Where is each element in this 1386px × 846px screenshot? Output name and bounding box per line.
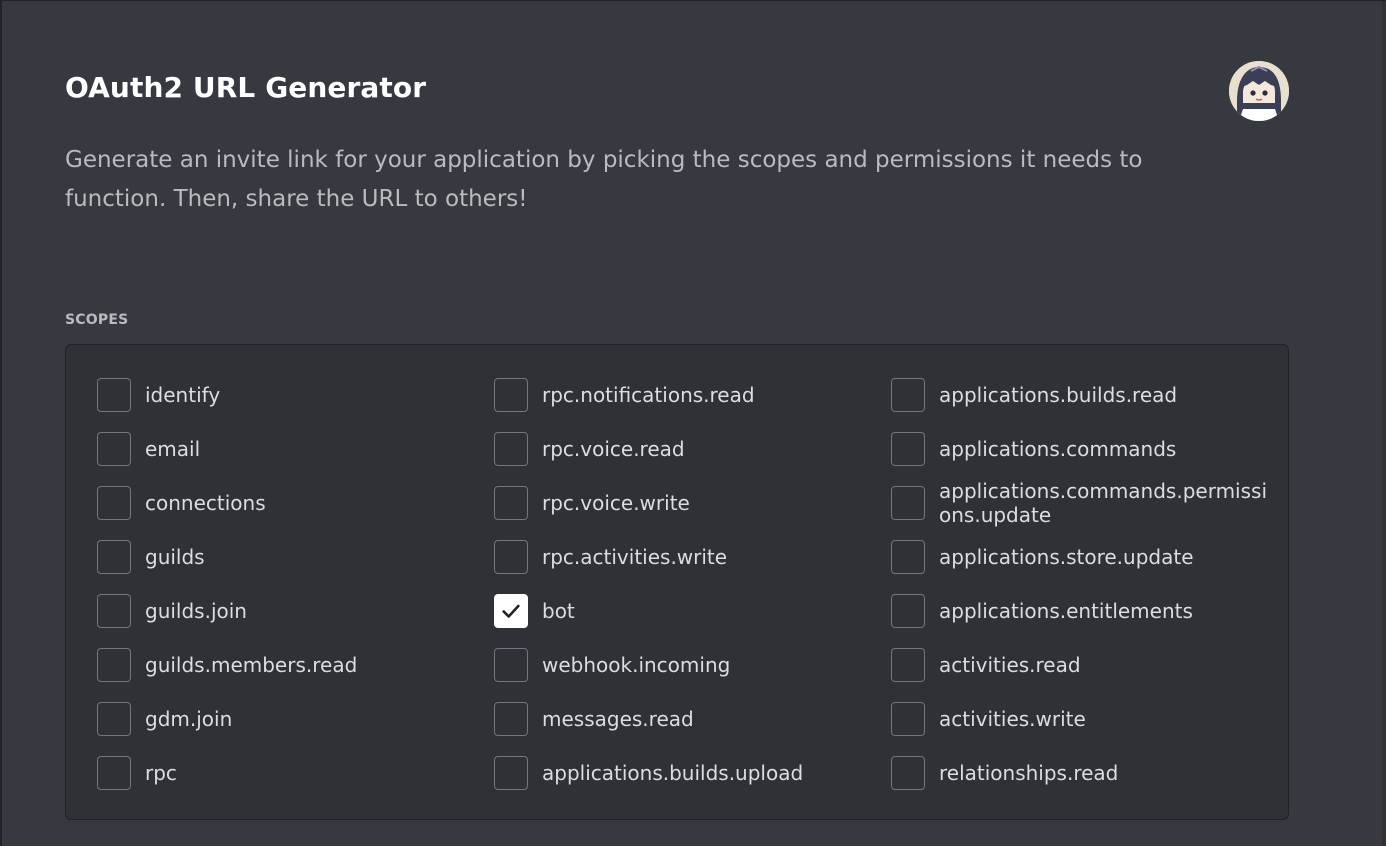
scope-label: guilds [145,545,205,569]
scope-checkbox[interactable] [494,702,528,736]
scope-checkbox[interactable] [891,756,925,790]
scope-checkbox[interactable] [97,594,131,628]
scope-label: relationships.read [939,761,1119,785]
avatar-icon [1229,61,1289,121]
scope-label: email [145,437,201,461]
scope-checkbox[interactable] [494,756,528,790]
scope-checkbox[interactable] [494,378,528,412]
scope-option[interactable]: guilds.members.read [97,638,494,692]
scope-label: connections [145,491,266,515]
scope-label: guilds.join [145,599,247,623]
scope-checkbox[interactable] [891,648,925,682]
scope-checkbox[interactable] [494,594,528,628]
scope-option[interactable]: guilds.join [97,584,494,638]
scope-label: webhook.incoming [542,653,731,677]
scope-label: rpc.activities.write [542,545,728,569]
scope-option[interactable]: webhook.incoming [494,638,891,692]
scopes-panel: identify rpc.notifications.read applicat… [65,344,1289,820]
scope-option[interactable]: activities.read [891,638,1281,692]
scope-label: activities.read [939,653,1081,677]
scope-checkbox[interactable] [97,540,131,574]
scope-option[interactable]: messages.read [494,692,891,746]
scope-option[interactable]: applications.commands [891,422,1281,476]
scope-checkbox[interactable] [494,432,528,466]
scope-label: identify [145,383,221,407]
scope-option[interactable]: activities.write [891,692,1281,746]
scopes-grid: identify rpc.notifications.read applicat… [97,368,1281,800]
scope-option[interactable]: guilds [97,530,494,584]
scope-label: activities.write [939,707,1086,731]
scope-option[interactable]: relationships.read [891,746,1281,800]
scope-label: gdm.join [145,707,233,731]
scope-label: applications.builds.read [939,383,1178,407]
scope-checkbox[interactable] [97,486,131,520]
scope-option[interactable]: bot [494,584,891,638]
scope-label: applications.entitlements [939,599,1193,623]
scope-checkbox[interactable] [97,756,131,790]
scope-checkbox[interactable] [97,648,131,682]
scope-option[interactable]: gdm.join [97,692,494,746]
scope-option[interactable]: applications.entitlements [891,584,1281,638]
page-title: OAuth2 URL Generator [65,71,427,104]
scope-checkbox[interactable] [494,486,528,520]
scope-checkbox[interactable] [494,648,528,682]
scope-option[interactable]: email [97,422,494,476]
scope-checkbox[interactable] [97,432,131,466]
scope-checkbox[interactable] [891,540,925,574]
scope-label: rpc.voice.write [542,491,690,515]
scope-option[interactable]: identify [97,368,494,422]
scope-checkbox[interactable] [891,378,925,412]
scope-label: rpc.voice.read [542,437,685,461]
scope-label: rpc [145,761,177,785]
page-description: Generate an invite link for your applica… [65,147,1143,212]
scope-checkbox[interactable] [891,594,925,628]
scrollbar-track[interactable] [1382,1,1386,846]
scope-checkbox[interactable] [97,702,131,736]
scope-option[interactable]: rpc.voice.read [494,422,891,476]
scope-option[interactable]: rpc [97,746,494,800]
scope-option[interactable]: rpc.activities.write [494,530,891,584]
scope-checkbox[interactable] [891,486,925,520]
user-avatar[interactable] [1229,61,1289,121]
scope-label: applications.store.update [939,545,1194,569]
scope-checkbox[interactable] [891,702,925,736]
scope-checkbox[interactable] [97,378,131,412]
scope-label: rpc.notifications.read [542,383,755,407]
scope-option[interactable]: rpc.notifications.read [494,368,891,422]
scope-option[interactable]: applications.builds.read [891,368,1281,422]
scope-label: guilds.members.read [145,653,358,677]
scope-option[interactable]: rpc.voice.write [494,476,891,530]
scope-option[interactable]: connections [97,476,494,530]
scope-label: applications.builds.upload [542,761,804,785]
scopes-section-label: SCOPES [65,312,129,328]
scope-label: applications.commands [939,437,1177,461]
scope-option[interactable]: applications.store.update [891,530,1281,584]
oauth2-url-generator-page: OAuth2 URL Generator Generate an invite … [0,0,1386,846]
scope-label: bot [542,599,575,623]
scope-option[interactable]: applications.builds.upload [494,746,891,800]
scope-checkbox[interactable] [494,540,528,574]
checkmark-icon [502,604,520,618]
scope-label: applications.commands.permissions.update [939,479,1268,527]
scope-label: messages.read [542,707,694,731]
scope-checkbox[interactable] [891,432,925,466]
scope-option[interactable]: applications.commands.permissions.update [891,476,1281,530]
